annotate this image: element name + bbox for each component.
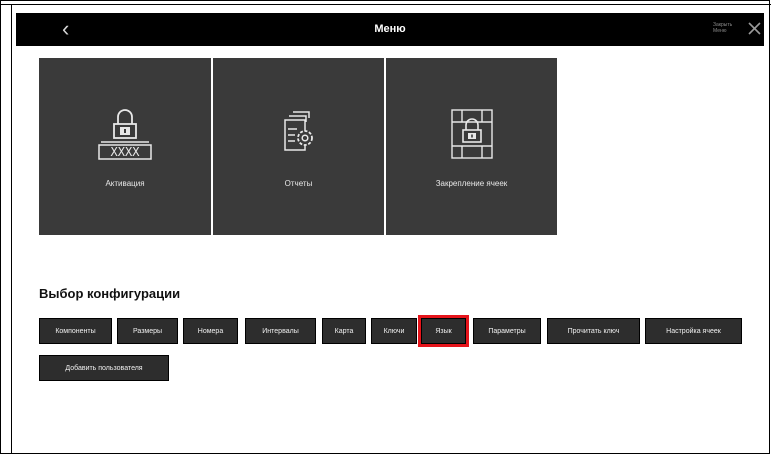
frame-inner-line <box>11 4 12 454</box>
config-button-intervals[interactable]: Интервалы <box>245 318 316 344</box>
tile-cell-lock[interactable]: Закрепление ячеек <box>386 58 557 235</box>
config-button-sizes[interactable]: Размеры <box>117 318 178 344</box>
config-button-parameters[interactable]: Параметры <box>473 318 541 344</box>
frame-right-line <box>769 0 770 454</box>
close-label[interactable]: Закрыть Меню <box>713 22 743 34</box>
config-button-cell-settings[interactable]: Настройка ячеек <box>645 318 742 344</box>
tile-label: Закрепление ячеек <box>435 179 508 188</box>
config-button-language[interactable]: Язык <box>418 315 469 347</box>
config-button-keys[interactable]: Ключи <box>371 318 417 344</box>
tile-activation[interactable]: XXXX Активация <box>39 58 211 235</box>
frame-top-line <box>0 4 771 5</box>
config-button-add-user[interactable]: Добавить пользователя <box>39 355 169 381</box>
config-section-title: Выбор конфигурации <box>39 286 181 301</box>
svg-text:XXXX: XXXX <box>111 145 141 159</box>
config-button-read-key[interactable]: Прочитать ключ <box>547 318 640 344</box>
config-button-numbers[interactable]: Номера <box>183 318 238 344</box>
tile-label: Отчеты <box>284 179 313 188</box>
close-button[interactable] <box>744 18 764 38</box>
close-icon <box>748 22 761 35</box>
tile-reports[interactable]: Отчеты <box>213 58 384 235</box>
menu-header: ‹ Меню Закрыть Меню <box>16 13 764 46</box>
tile-label: Активация <box>105 179 145 188</box>
config-button-components[interactable]: Компоненты <box>39 318 112 344</box>
lock-keypad-icon: XXXX <box>98 109 152 160</box>
report-gear-icon <box>283 111 313 151</box>
page-title: Меню <box>374 23 406 35</box>
locked-cells-icon <box>450 109 493 159</box>
config-button-map[interactable]: Карта <box>322 318 366 344</box>
